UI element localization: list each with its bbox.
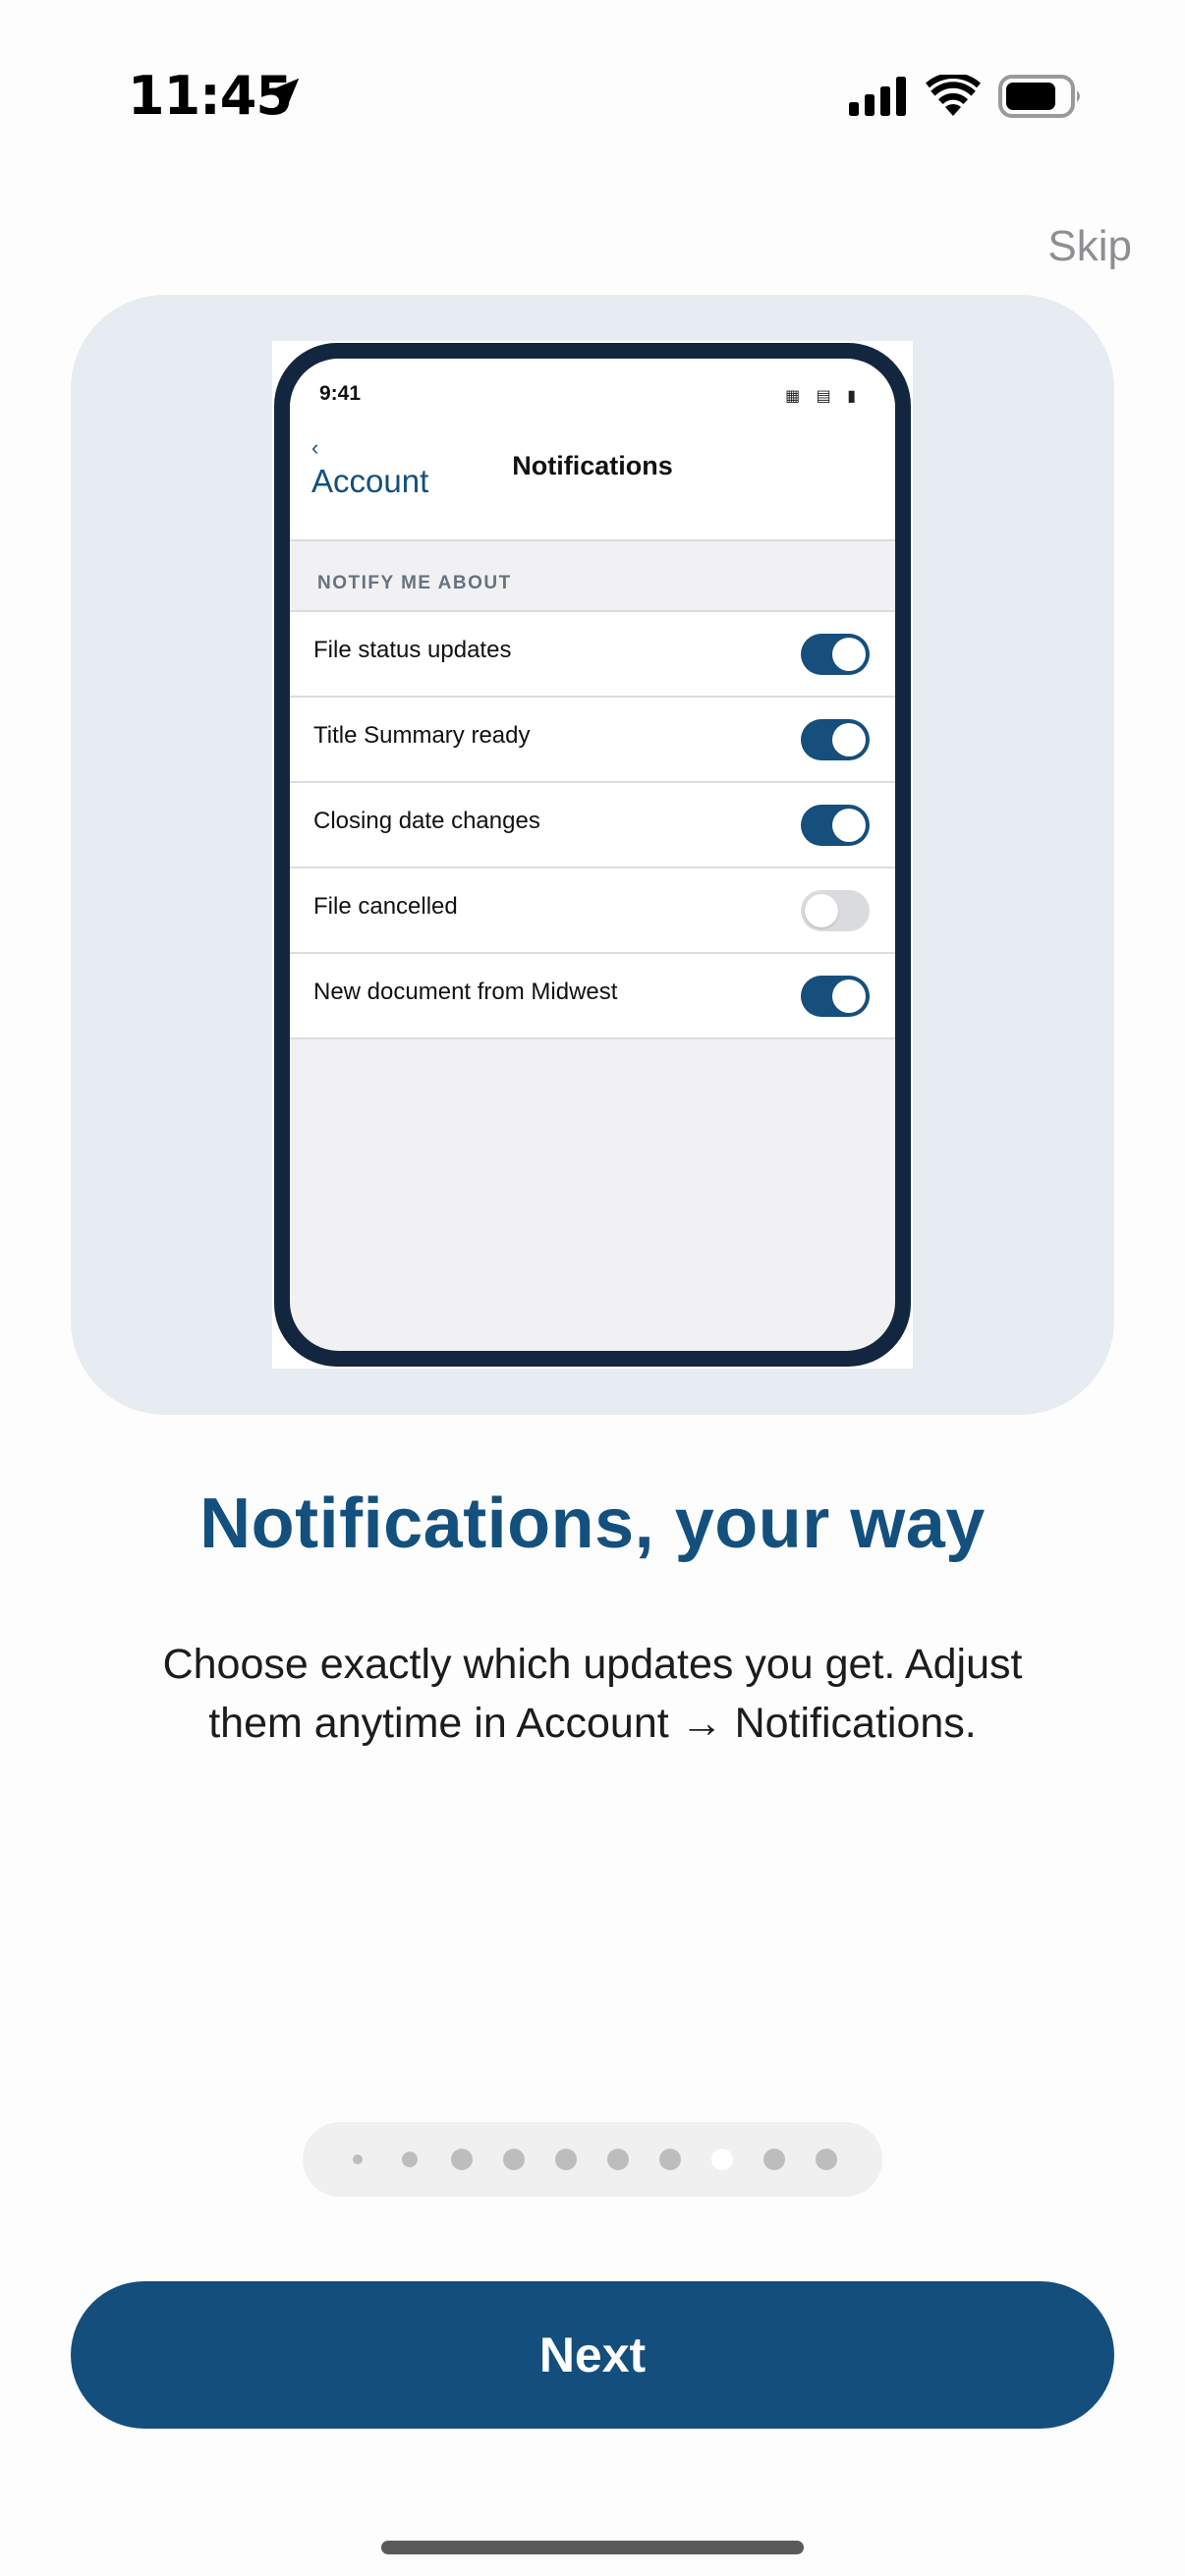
page-dot[interactable] [816, 2149, 837, 2170]
location-arrow-icon [264, 78, 300, 113]
preview-notification-list: File status updates Title Summary ready … [290, 610, 895, 1039]
preview-row: File cancelled [290, 868, 895, 954]
toggle-knob [832, 809, 866, 842]
preview-row: Closing date changes [290, 783, 895, 868]
preview-status-icons: ▦ ▤ ▮ [785, 388, 862, 405]
home-indicator [381, 2541, 804, 2554]
onboarding-headline: Notifications, your way [199, 1484, 986, 1563]
preview-title: Notifications [512, 451, 673, 480]
page-dot[interactable] [451, 2149, 473, 2170]
cellular-signal-icon [849, 77, 906, 116]
toggle-switch-on [801, 976, 870, 1017]
toggle-switch-on [801, 719, 870, 760]
toggle-knob [805, 894, 838, 927]
toggle-switch-on [801, 634, 870, 675]
preview-section-header: NOTIFY ME ABOUT [317, 573, 512, 593]
onboarding-description-line: Choose exactly which updates you get. Ad… [162, 1641, 1023, 1688]
phone-mockup: 9:41 ▦ ▤ ▮ ‹ Account Notifications NOTIF… [274, 343, 911, 1367]
onboarding-description-line: them anytime in Account → Notifications. [208, 1700, 977, 1747]
page-dot[interactable] [763, 2149, 785, 2170]
preview-row-label: New document from Midwest [313, 979, 618, 1005]
page-dot[interactable] [555, 2149, 577, 2170]
preview-row: File status updates [290, 612, 895, 698]
preview-status-time: 9:41 [319, 382, 362, 405]
preview-row-label: Closing date changes [313, 808, 540, 834]
page-dot-active[interactable] [711, 2149, 733, 2170]
onboarding-description: Choose exactly which updates you get. Ad… [98, 1635, 1087, 1753]
skip-button[interactable]: Skip [1047, 222, 1132, 271]
preview-row-label: Title Summary ready [313, 722, 531, 749]
preview-row-label: File status updates [313, 637, 512, 663]
battery-icon [998, 75, 1080, 118]
next-button[interactable]: Next [71, 2281, 1114, 2429]
page-dot[interactable] [659, 2149, 681, 2170]
page-dot[interactable] [402, 2152, 418, 2167]
preview-row: New document from Midwest [290, 954, 895, 1039]
page-dot[interactable] [607, 2149, 629, 2170]
toggle-switch-off [801, 890, 870, 931]
page-dot[interactable] [503, 2149, 525, 2170]
preview-nav-bar: ‹ Account Notifications [290, 418, 895, 541]
preview-row-label: File cancelled [313, 893, 458, 920]
phone-mockup-screen: 9:41 ▦ ▤ ▮ ‹ Account Notifications NOTIF… [290, 359, 895, 1351]
toggle-knob [832, 723, 866, 756]
toggle-knob [832, 980, 866, 1013]
preview-row: Title Summary ready [290, 698, 895, 783]
status-bar: 11:45 [0, 0, 1185, 196]
toggle-knob [832, 638, 866, 671]
page-indicator[interactable] [303, 2122, 882, 2197]
toggle-switch-on [801, 805, 870, 846]
preview-status-bar: 9:41 ▦ ▤ ▮ [290, 359, 895, 418]
wifi-icon [926, 75, 981, 116]
page-dot[interactable] [353, 2155, 363, 2164]
